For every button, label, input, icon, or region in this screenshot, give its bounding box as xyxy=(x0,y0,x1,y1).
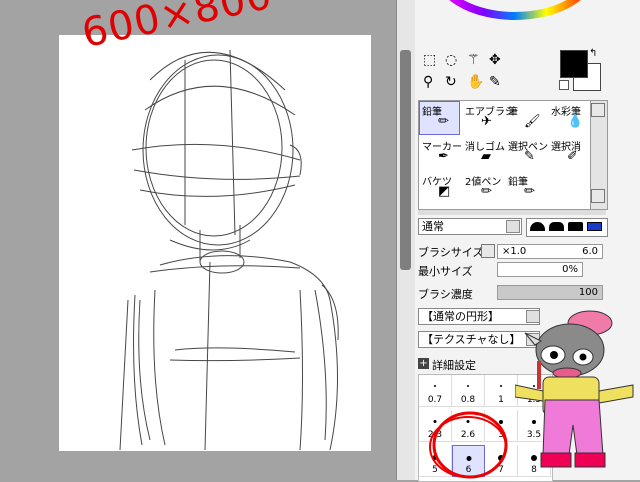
tool-watercolor[interactable]: 水彩筆 💧 xyxy=(548,101,589,135)
tool-label: 筆 xyxy=(508,107,518,118)
color-wheel[interactable] xyxy=(425,0,605,20)
blend-mode-arrow[interactable] xyxy=(506,220,520,233)
tool-select-pen[interactable]: 選択ペン ✎ xyxy=(505,136,548,170)
tool-marker[interactable]: マーカー ✒ xyxy=(419,136,462,170)
size-dot-icon xyxy=(434,385,436,387)
brush-density-slider[interactable]: 100 xyxy=(497,285,603,300)
marker-icon: ✒ xyxy=(438,149,449,164)
binary-pen-icon: ✏ xyxy=(481,184,492,199)
size-preset[interactable]: 1 xyxy=(485,375,518,407)
tool-pencil[interactable]: 鉛筆 ✏ xyxy=(505,171,546,205)
magic-wand-icon[interactable]: ⚚ xyxy=(467,52,480,68)
swap-colors-icon[interactable]: ↰ xyxy=(589,48,597,59)
select-pen-icon: ✎ xyxy=(524,149,535,164)
brush-density-label: ブラシ濃度 xyxy=(418,288,473,301)
panel-splitter[interactable] xyxy=(418,210,606,215)
min-size-slider[interactable]: 0% xyxy=(497,262,583,277)
scrollbar-thumb[interactable] xyxy=(400,50,411,270)
pencil-icon: ✏ xyxy=(524,184,535,199)
rotate-icon[interactable]: ↻ xyxy=(445,74,457,90)
brush-shape-selector[interactable] xyxy=(526,218,608,237)
circle-annotation xyxy=(429,411,508,479)
tool-brush[interactable]: 筆 🖌 xyxy=(505,101,546,135)
brush-size-slider[interactable]: ×1.0 6.0 xyxy=(497,244,603,259)
tool-grid: 鉛筆 ✏ エアブラシ ✈ 筆 🖌 水彩筆 💧 マーカー ✒ 消しゴム ▰ 選択ペン ✎ 選択消 ✐ バケツ ◩ 2値… xyxy=(418,100,592,210)
size-dot-icon xyxy=(500,385,502,387)
tool-scrollbar[interactable] xyxy=(590,100,608,210)
rect-select-icon[interactable]: ⬚ xyxy=(423,52,436,68)
reset-colors-icon[interactable] xyxy=(559,80,569,90)
square-shape-icon[interactable] xyxy=(587,222,602,231)
pencil-icon: ✏ xyxy=(438,114,449,129)
canvas-scrollbar[interactable] xyxy=(396,0,415,480)
min-size-label: 最小サイズ xyxy=(418,265,473,278)
size-value: 0.7 xyxy=(427,395,443,405)
canvas-area[interactable]: 600×800 xyxy=(0,0,396,480)
zoom-icon[interactable]: ⚲ xyxy=(423,74,433,90)
brush-icon: 🖌 xyxy=(524,114,541,129)
hard-shape-icon[interactable] xyxy=(568,222,583,231)
size-dot-icon xyxy=(467,385,469,387)
size-preset[interactable]: 0.7 xyxy=(419,375,452,407)
medium-shape-icon[interactable] xyxy=(549,222,564,231)
tool-eraser[interactable]: 消しゴム ▰ xyxy=(462,136,505,170)
bucket-icon: ◩ xyxy=(438,184,451,199)
tool-pencil[interactable]: 鉛筆 ✏ xyxy=(419,101,460,135)
size-value: 1 xyxy=(498,395,504,405)
brush-size-label: ブラシサイズ xyxy=(418,246,484,259)
eraser-icon: ▰ xyxy=(481,149,491,164)
eyedropper-icon[interactable]: ✎ xyxy=(489,74,501,90)
hand-icon[interactable]: ✋ xyxy=(467,74,484,90)
soft-shape-icon[interactable] xyxy=(530,222,545,231)
tool-airbrush[interactable]: エアブラシ ✈ xyxy=(462,101,515,135)
scroll-up-button[interactable] xyxy=(591,103,605,117)
select-eraser-icon: ✐ xyxy=(567,149,578,164)
sketch-drawing xyxy=(119,49,339,451)
advanced-settings-label[interactable]: 詳細設定 xyxy=(432,357,476,373)
airbrush-icon: ✈ xyxy=(481,114,492,129)
tool-binary-pen[interactable]: 2値ペン ✏ xyxy=(462,171,503,205)
selection-tools: ⬚ ◌ ⚚ ✥ ⚲ ↻ ✋ ✎ xyxy=(423,52,533,96)
expand-plus-icon[interactable]: + xyxy=(418,358,429,369)
primary-color-swatch[interactable] xyxy=(560,50,588,78)
lasso-select-icon[interactable]: ◌ xyxy=(445,52,457,68)
size-value: 0.8 xyxy=(460,395,476,405)
tool-select-eraser[interactable]: 選択消 ✐ xyxy=(548,136,589,170)
scroll-down-button[interactable] xyxy=(591,189,605,203)
move-icon[interactable]: ✥ xyxy=(489,52,501,68)
size-preset[interactable]: 0.8 xyxy=(452,375,485,407)
watercolor-icon: 💧 xyxy=(567,114,584,129)
tool-bucket[interactable]: バケツ ◩ xyxy=(419,171,460,205)
mascot-illustration xyxy=(515,310,634,468)
brush-size-multiplier-button[interactable] xyxy=(481,244,495,258)
